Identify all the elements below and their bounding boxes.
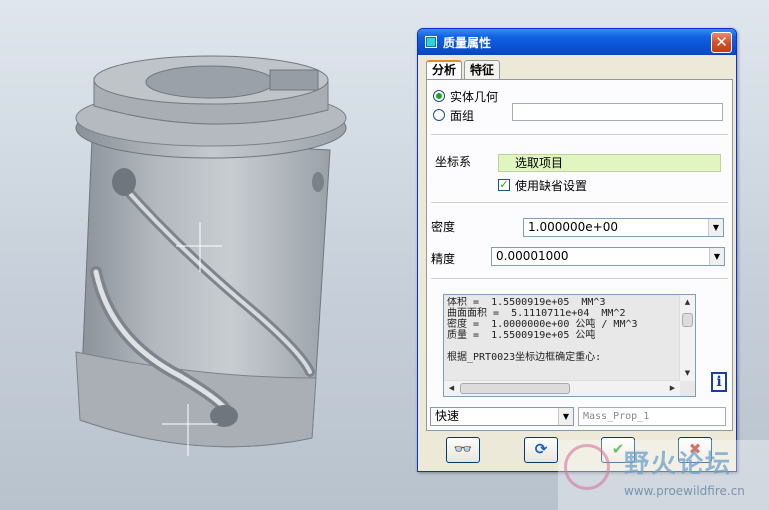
- results-line: 曲面面积 = 5.1110711e+04 MM^2: [447, 308, 626, 319]
- watermark-logo-icon: [564, 444, 610, 490]
- mode-value: 快速: [435, 409, 460, 423]
- use-default-label: 使用缺省设置: [515, 179, 588, 193]
- quilt-selection-field[interactable]: [512, 103, 723, 121]
- repeat-button[interactable]: ⟳: [524, 437, 558, 463]
- solid-geometry-label: 实体几何: [450, 89, 499, 104]
- results-output[interactable]: 体积 = 1.5500919e+05 MM^3 曲面面积 = 5.1110711…: [443, 294, 696, 397]
- chevron-down-icon[interactable]: ▼: [709, 248, 724, 265]
- chevron-down-icon[interactable]: ▼: [708, 219, 723, 236]
- divider: [431, 278, 728, 280]
- analysis-name-field[interactable]: Mass_Prop_1: [578, 407, 726, 426]
- title-bar[interactable]: 质量属性 ✕: [418, 29, 736, 55]
- scroll-left-icon[interactable]: ◀: [444, 381, 459, 396]
- results-text: 体积 = 1.5500919e+05 MM^3 曲面面积 = 5.1110711…: [447, 297, 679, 379]
- glasses-icon: 👓: [453, 440, 473, 458]
- preview-button[interactable]: 👓: [446, 437, 480, 463]
- density-value: 1.000000e+00: [528, 220, 618, 234]
- mode-select[interactable]: 快速 ▼: [430, 407, 574, 426]
- info-icon[interactable]: i: [711, 372, 727, 392]
- dialog-title: 质量属性: [443, 35, 492, 50]
- mass-properties-dialog: 质量属性 ✕ 分析 特征 实体几何 面组 坐标系 选取项目 ✓ 使用缺省设置 密…: [417, 28, 737, 472]
- divider: [431, 134, 728, 136]
- quilt-radio[interactable]: [433, 109, 445, 121]
- analysis-panel: 实体几何 面组 坐标系 选取项目 ✓ 使用缺省设置 密度 1.000000e+0…: [426, 79, 733, 431]
- results-line: 密度 = 1.0000000e+00 公吨 / MM^3: [447, 319, 638, 330]
- scroll-right-icon[interactable]: ▶: [665, 381, 680, 396]
- density-input[interactable]: 1.000000e+00 ▼: [523, 218, 724, 237]
- watermark-url: www.proewildfire.cn: [624, 484, 745, 498]
- quilt-label: 面组: [450, 108, 475, 123]
- scroll-up-icon[interactable]: ▲: [680, 295, 695, 310]
- vertical-scrollbar[interactable]: ▲ ▼: [679, 295, 695, 381]
- density-label: 密度: [431, 220, 456, 234]
- results-line: 体积 = 1.5500919e+05 MM^3: [447, 297, 606, 308]
- scroll-down-icon[interactable]: ▼: [680, 366, 695, 381]
- results-line: 根据_PRT0023坐标边框确定重心:: [447, 352, 602, 363]
- accuracy-label: 精度: [431, 252, 456, 266]
- coordsys-label: 坐标系: [435, 155, 472, 169]
- app-icon: [425, 36, 437, 48]
- accuracy-value: 0.00001000: [496, 249, 569, 263]
- forum-watermark: 野火论坛 www.proewildfire.cn: [558, 440, 769, 510]
- results-line: 质量 = 1.5500919e+05 公吨: [447, 330, 596, 341]
- tab-analysis[interactable]: 分析: [426, 60, 463, 81]
- accuracy-input[interactable]: 0.00001000 ▼: [491, 247, 725, 266]
- quilt-option[interactable]: 面组: [433, 107, 474, 123]
- horizontal-scrollbar[interactable]: ◀ ▶: [444, 380, 680, 396]
- solid-geometry-radio[interactable]: [433, 90, 445, 102]
- solid-geometry-option[interactable]: 实体几何: [433, 88, 498, 104]
- tab-strip: 分析 特征: [426, 60, 502, 81]
- coordsys-select-field[interactable]: 选取项目: [498, 154, 721, 172]
- use-default-checkbox[interactable]: ✓: [498, 179, 510, 191]
- watermark-title: 野火论坛: [624, 449, 733, 478]
- coordsys-value: 选取项目: [515, 156, 564, 170]
- chevron-down-icon[interactable]: ▼: [558, 408, 573, 425]
- repeat-icon: ⟳: [534, 440, 548, 458]
- hscroll-thumb[interactable]: [460, 383, 570, 394]
- scroll-thumb[interactable]: [682, 313, 693, 327]
- close-button[interactable]: ✕: [711, 31, 732, 53]
- tab-feature[interactable]: 特征: [464, 60, 501, 80]
- divider: [431, 202, 728, 204]
